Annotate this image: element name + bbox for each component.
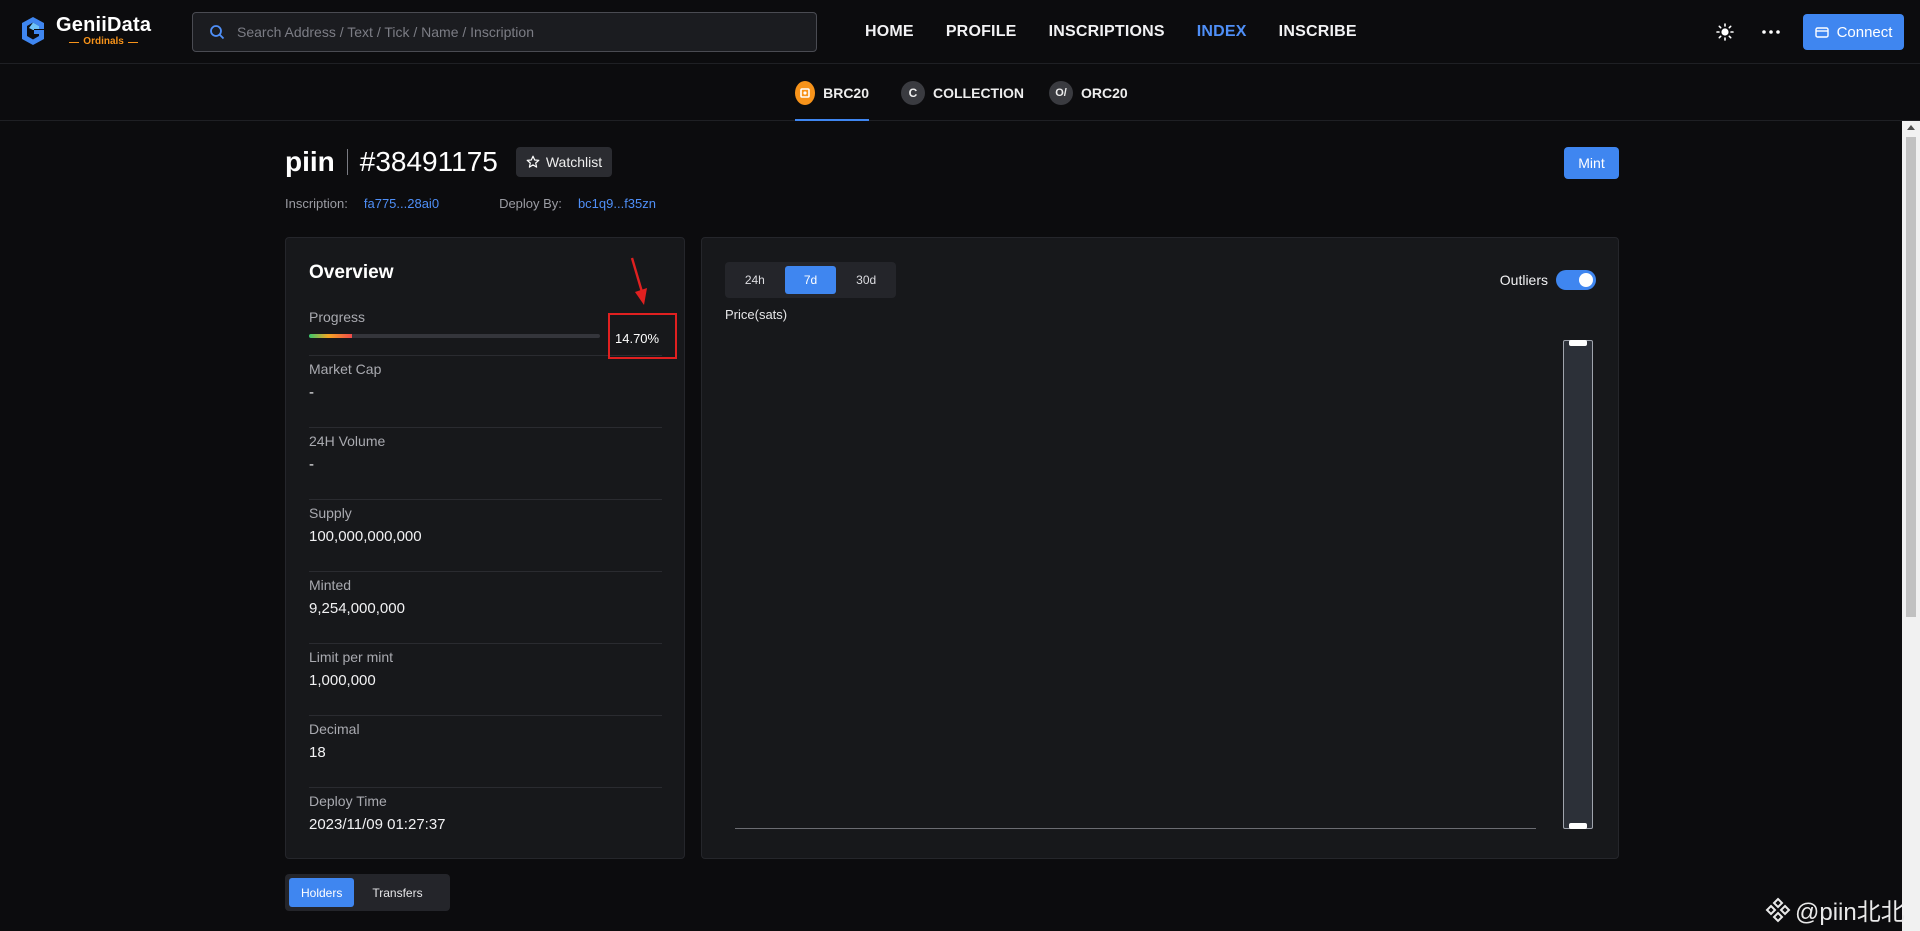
connect-wallet-button[interactable]: Connect — [1803, 14, 1904, 50]
geniidata-logo-icon — [22, 17, 44, 45]
tab-collection[interactable]: C COLLECTION — [901, 65, 1024, 121]
connect-label: Connect — [1836, 23, 1893, 41]
nav-inscriptions[interactable]: INSCRIPTIONS — [1049, 23, 1165, 41]
decimal-value: 18 — [309, 744, 326, 761]
scroll-up-arrow-icon[interactable] — [1907, 125, 1915, 130]
top-navbar: GeniiData Ordinals HOME PROFILE INSCRIPT… — [0, 0, 1920, 64]
collection-icon: C — [901, 81, 925, 105]
main-nav: HOME PROFILE INSCRIPTIONS INDEX INSCRIBE — [865, 0, 1357, 64]
chart-y-axis-label: Price(sats) — [725, 307, 788, 322]
nav-inscribe[interactable]: INSCRIBE — [1279, 23, 1357, 41]
annotation-arrow — [630, 257, 647, 305]
supply-item: Supply 100,000,000,000 — [309, 500, 662, 572]
range-tab-30d[interactable]: 30d — [840, 266, 892, 294]
brand-name: GeniiData — [56, 14, 152, 36]
time-range-tabs: 24h 7d 30d — [725, 262, 896, 298]
market-cap-value: - — [309, 384, 314, 401]
limit-label: Limit per mint — [309, 649, 394, 665]
supply-value: 100,000,000,000 — [309, 528, 422, 545]
decimal-label: Decimal — [309, 721, 360, 737]
binance-diamond-icon — [1765, 897, 1791, 922]
inscription-label: Inscription: — [285, 196, 348, 211]
title-divider — [346, 149, 348, 175]
deploy-time-item: Deploy Time 2023/11/09 01:27:37 — [309, 788, 662, 858]
search-icon — [210, 25, 225, 40]
mint-button[interactable]: Mint — [1564, 147, 1619, 179]
minted-item: Minted 9,254,000,000 — [309, 572, 662, 644]
tab-collection-label: COLLECTION — [933, 85, 1024, 101]
watermark-text: @piin北北 — [1795, 899, 1905, 926]
range-tab-24h[interactable]: 24h — [729, 266, 781, 294]
bitcoin-icon — [795, 81, 816, 105]
tab-orc20-label: ORC20 — [1081, 85, 1128, 101]
wallet-icon — [1814, 27, 1829, 38]
index-category-tabs: BRC20 C COLLECTION O/ ORC20 — [0, 65, 1920, 121]
deploy-time-value: 2023/11/09 01:27:37 — [309, 816, 446, 833]
volume-value: - — [309, 456, 314, 473]
tab-brc20[interactable]: BRC20 — [795, 65, 869, 121]
theme-toggle-button[interactable] — [1711, 14, 1739, 50]
more-menu-button[interactable] — [1757, 14, 1785, 50]
overview-title: Overview — [309, 262, 394, 283]
watchlist-label: Watchlist — [545, 154, 603, 170]
search-input[interactable] — [237, 24, 777, 40]
token-meta: Inscription: fa775...28ai0 Deploy By: bc… — [285, 196, 656, 211]
progress-bar — [309, 334, 600, 338]
brand-subtitle: Ordinals — [69, 36, 138, 48]
page-scrollbar[interactable] — [1902, 121, 1920, 931]
chart-zoom-slider[interactable] — [1563, 340, 1593, 829]
brand-logo[interactable]: GeniiData Ordinals — [20, 14, 151, 48]
nav-index[interactable]: INDEX — [1197, 23, 1247, 41]
range-tab-7d[interactable]: 7d — [784, 266, 837, 294]
holders-transfers-tabs: Holders Transfers — [285, 874, 450, 911]
overview-list: Progress 14.70% Market Cap - 24H Volume … — [309, 304, 662, 858]
minted-value: 9,254,000,000 — [309, 600, 405, 617]
chart-x-axis — [735, 828, 1536, 829]
decimal-item: Decimal 18 — [309, 716, 662, 788]
deployer-address-link[interactable]: bc1q9...f35zn — [578, 196, 656, 211]
sun-icon — [1716, 23, 1734, 41]
token-title-row: piin #38491175 Watchlist — [285, 146, 613, 178]
annotation-highlight-box — [608, 313, 677, 359]
deploy-by-label: Deploy By: — [499, 196, 562, 211]
volume-item: 24H Volume - — [309, 428, 662, 500]
outliers-label: Outliers — [1499, 272, 1548, 288]
token-tick: piin — [285, 146, 335, 177]
price-chart-card: 24h 7d 30d Outliers Price(sats) — [701, 237, 1619, 859]
tab-holders[interactable]: Holders — [289, 878, 355, 907]
minted-label: Minted — [309, 577, 352, 593]
watermark: @piin北北 — [1765, 892, 1905, 927]
top-right-actions: Connect — [1711, 14, 1904, 50]
watchlist-button[interactable]: Watchlist — [515, 147, 613, 177]
progress-fill — [309, 334, 352, 338]
tab-orc20[interactable]: O/ ORC20 — [1049, 65, 1128, 121]
inscription-link[interactable]: fa775...28ai0 — [364, 196, 439, 211]
limit-value: 1,000,000 — [309, 672, 376, 689]
star-icon — [526, 155, 540, 168]
market-cap-item: Market Cap - — [309, 356, 662, 428]
outliers-control: Outliers — [1500, 270, 1596, 290]
nav-profile[interactable]: PROFILE — [946, 23, 1017, 41]
outliers-toggle[interactable] — [1556, 270, 1596, 290]
limit-item: Limit per mint 1,000,000 — [309, 644, 662, 716]
tab-transfers[interactable]: Transfers — [360, 878, 434, 907]
deploy-time-label: Deploy Time — [309, 793, 387, 809]
search-box[interactable] — [192, 12, 817, 52]
more-icon — [1762, 30, 1780, 34]
nav-home[interactable]: HOME — [865, 23, 914, 41]
zoom-handle-bottom[interactable] — [1569, 823, 1587, 829]
zoom-handle-top[interactable] — [1569, 340, 1587, 346]
scroll-thumb[interactable] — [1906, 137, 1916, 617]
volume-label: 24H Volume — [309, 433, 386, 449]
orc20-icon: O/ — [1049, 81, 1073, 105]
tab-brc20-label: BRC20 — [823, 85, 869, 101]
market-cap-label: Market Cap — [309, 361, 382, 377]
supply-label: Supply — [309, 505, 352, 521]
inscription-number: #38491175 — [359, 146, 498, 177]
